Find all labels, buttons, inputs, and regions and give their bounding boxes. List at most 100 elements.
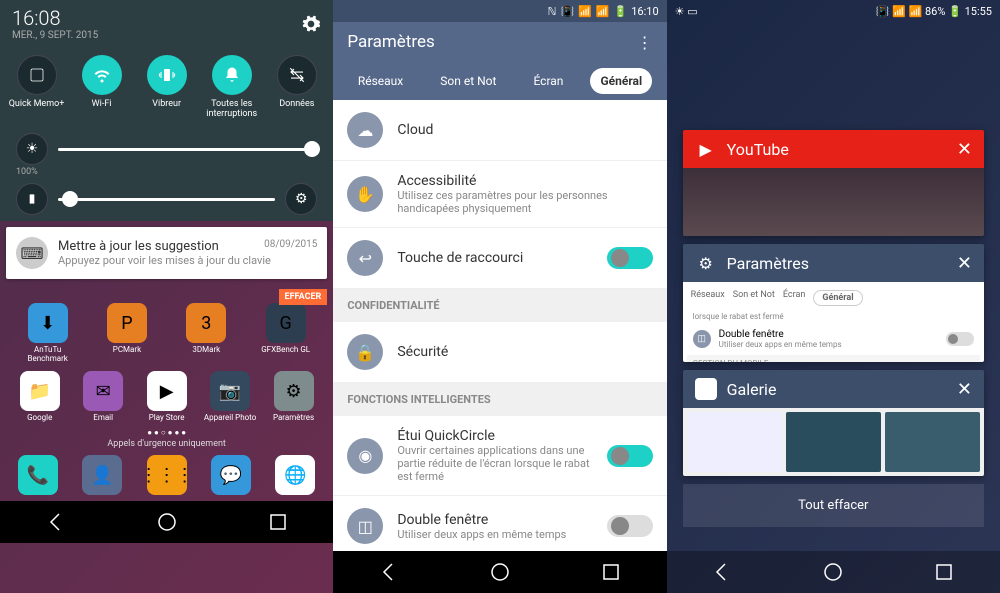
volume-settings-icon[interactable]: ⚙ (285, 183, 317, 215)
status-bar: ☀ ▭ 📳 📶 📶 86% 🔋 15:55 (667, 0, 1000, 22)
settings-icon[interactable] (301, 14, 321, 34)
keyboard-icon: ⌨ (16, 237, 48, 269)
qs-interruptions[interactable]: Toutes les interruptions (202, 55, 262, 119)
vibrate-icon: 📳 (876, 5, 890, 18)
settings-list[interactable]: ☁ Cloud ✋ AccessibilitéUtilisez ces para… (333, 100, 666, 557)
settings-card-icon: ⚙ (695, 252, 717, 274)
close-icon[interactable]: ✕ (957, 379, 972, 400)
notification-date: 08/09/2015 (264, 239, 317, 254)
nav-bar (667, 551, 1000, 593)
clear-all-button[interactable]: Tout effacer (683, 484, 984, 527)
battery-icon: 🔋 (948, 5, 962, 18)
tab-general[interactable]: Général (590, 68, 652, 94)
quickcircle-toggle[interactable] (607, 445, 653, 467)
emergency-text: Appels d'urgence uniquement (0, 439, 333, 449)
overflow-menu-icon[interactable]: ⋮ (637, 33, 653, 52)
item-dualwindow[interactable]: ◫ Double fenêtreUtiliser deux apps en mê… (333, 496, 666, 557)
item-security[interactable]: 🔒 Sécurité (333, 322, 666, 383)
accessibility-icon: ✋ (347, 176, 383, 212)
clear-notifications-button[interactable]: EFFACER (279, 289, 328, 305)
settings-tabs: Réseaux Son et Not Écran Général (333, 62, 666, 100)
close-icon[interactable]: ✕ (957, 253, 972, 274)
back-button[interactable] (377, 560, 401, 584)
tab-display[interactable]: Écran (523, 68, 573, 94)
recent-button[interactable] (266, 510, 290, 534)
section-privacy: CONFIDENTIALITÉ (333, 289, 666, 322)
recent-card-youtube[interactable]: ▶ YouTube ✕ (683, 130, 984, 236)
notification-card[interactable]: ⌨ Mettre à jour les suggestion 08/09/2015… (6, 227, 327, 279)
dock-phone[interactable]: 📞 (18, 455, 58, 495)
screenshot-icon: ▭ (687, 5, 697, 18)
volume-slider[interactable] (58, 198, 275, 201)
recent-card-gallery[interactable]: 🖼 Galerie ✕ (683, 370, 984, 476)
item-quickcircle[interactable]: ◉ Étui QuickCircleOuvrir certaines appli… (333, 416, 666, 496)
notification-shade: 16:08 MER., 9 SEPT. 2015 Quick Memo+ Wi-… (0, 0, 333, 221)
nav-bar (0, 501, 333, 543)
app-gfxbench[interactable]: GGFXBench GL (258, 303, 314, 363)
qs-wifi[interactable]: Wi-Fi (72, 55, 132, 119)
brightness-status-icon: ☀ (675, 5, 685, 18)
cloud-icon: ☁ (347, 112, 383, 148)
app-settings[interactable]: ⚙Paramètres (266, 371, 322, 422)
youtube-icon: ▶ (695, 138, 717, 160)
battery-icon: 🔋 (614, 5, 628, 18)
recent-button[interactable] (599, 560, 623, 584)
status-bar: ℕ 📳 📶 📶 🔋 16:10 (333, 0, 666, 22)
item-cloud[interactable]: ☁ Cloud (333, 100, 666, 161)
card-title: Paramètres (727, 254, 809, 273)
home-button[interactable] (821, 560, 845, 584)
youtube-preview (683, 168, 984, 236)
back-button[interactable] (44, 510, 68, 534)
recent-card-settings[interactable]: ⚙ Paramètres ✕ Réseaux Son et Not Écran … (683, 244, 984, 362)
qs-data[interactable]: Données (267, 55, 327, 119)
dock-contacts[interactable]: 👤 (82, 455, 122, 495)
brightness-icon[interactable]: ☀ (16, 133, 48, 165)
apps-row-2: 📁Google ✉Email ▶Play Store 📷Appareil Pho… (0, 367, 333, 426)
card-title: Galerie (727, 380, 777, 399)
settings-screen: ℕ 📳 📶 📶 🔋 16:10 Paramètres ⋮ Réseaux Son… (333, 0, 666, 593)
signal-icon: 📶 (596, 5, 610, 18)
dualwindow-icon: ◫ (347, 508, 383, 544)
gallery-icon: 🖼 (695, 378, 717, 400)
lock-icon: 🔒 (347, 334, 383, 370)
home-button[interactable] (155, 510, 179, 534)
vibrate-icon: 📳 (560, 5, 574, 18)
qs-quickmemo[interactable]: Quick Memo+ (7, 55, 67, 119)
signal-icon: 📶 (909, 5, 923, 18)
home-button[interactable] (488, 560, 512, 584)
card-title: YouTube (727, 140, 789, 159)
volume-icon[interactable] (16, 183, 48, 215)
apps-row-1: ⬇AnTuTu Benchmark PPCMark 33DMark GGFXBe… (0, 299, 333, 367)
dock-apps[interactable]: ⋮⋮⋮ (147, 455, 187, 495)
app-camera[interactable]: 📷Appareil Photo (202, 371, 258, 422)
page-indicator: ● ● ○ ● ● ● (0, 426, 333, 439)
notification-title: Mettre à jour les suggestion (58, 239, 219, 254)
recent-button[interactable] (932, 560, 956, 584)
quickcircle-icon: ◉ (347, 438, 383, 474)
tab-sound[interactable]: Son et Not (430, 68, 506, 94)
app-3dmark[interactable]: 33DMark (178, 303, 234, 363)
item-shortcut-key[interactable]: ↩ Touche de raccourci (333, 228, 666, 289)
shortcut-toggle[interactable] (607, 247, 653, 269)
back-button[interactable] (710, 560, 734, 584)
notification-shade-screen: 16:08 MER., 9 SEPT. 2015 Quick Memo+ Wi-… (0, 0, 333, 593)
tab-networks[interactable]: Réseaux (348, 68, 413, 94)
app-playstore[interactable]: ▶Play Store (139, 371, 195, 422)
app-pcmark[interactable]: PPCMark (99, 303, 155, 363)
item-accessibility[interactable]: ✋ AccessibilitéUtilisez ces paramètres p… (333, 161, 666, 228)
dock-chrome[interactable]: 🌐 (275, 455, 315, 495)
status-time: 15:55 (965, 5, 992, 18)
date: MER., 9 SEPT. 2015 (12, 30, 98, 41)
dualwindow-toggle[interactable] (607, 515, 653, 537)
nfc-icon: ℕ (548, 5, 557, 18)
app-email[interactable]: ✉Email (75, 371, 131, 422)
notification-subtitle: Appuyez pour voir les mises à jour du cl… (58, 254, 317, 267)
quick-settings-row: Quick Memo+ Wi-Fi Vibreur Toutes les int… (0, 47, 333, 127)
app-google[interactable]: 📁Google (12, 371, 68, 422)
status-time: 16:10 (631, 5, 658, 18)
dock-messages[interactable]: 💬 (211, 455, 251, 495)
close-icon[interactable]: ✕ (957, 139, 972, 160)
brightness-slider[interactable] (58, 148, 317, 151)
app-antutu[interactable]: ⬇AnTuTu Benchmark (20, 303, 76, 363)
qs-vibrate[interactable]: Vibreur (137, 55, 197, 119)
